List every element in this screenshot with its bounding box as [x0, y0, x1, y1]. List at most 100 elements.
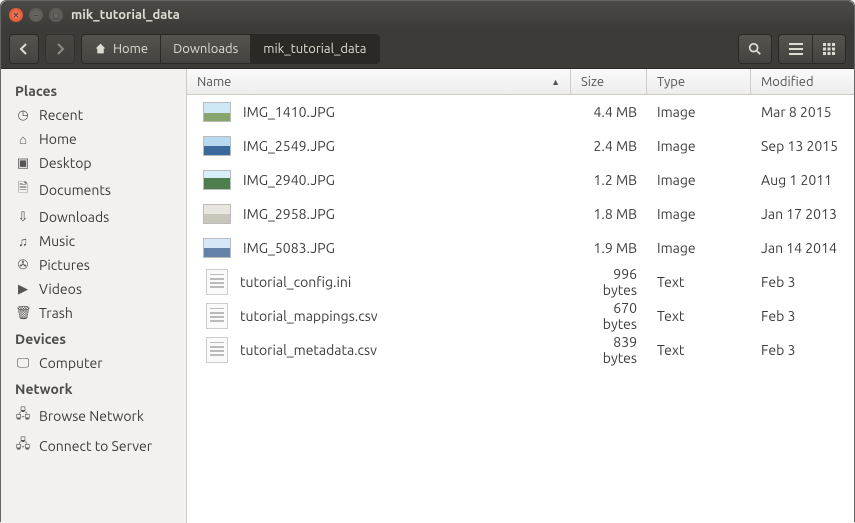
file-modified: Aug 1 2011 [751, 172, 854, 188]
sidebar-item-label: Videos [39, 281, 82, 297]
grid-icon [823, 43, 835, 55]
home-icon: ⌂ [15, 132, 31, 147]
image-thumbnail-icon [203, 204, 231, 224]
file-modified: Jan 14 2014 [751, 240, 854, 256]
sidebar-item-computer[interactable]: 🖵Computer [5, 351, 182, 375]
sidebar-item-label: Music [39, 233, 75, 249]
breadcrumb-item-downloads[interactable]: Downloads [161, 35, 251, 63]
column-label: Name [197, 75, 231, 89]
column-header-name[interactable]: Name ▲ [187, 69, 571, 94]
breadcrumb-home[interactable]: Home [82, 35, 161, 63]
home-icon [94, 42, 107, 55]
sidebar-heading-network: Network [5, 375, 182, 401]
search-button[interactable] [738, 34, 772, 64]
breadcrumb-label: mik_tutorial_data [263, 42, 366, 56]
column-header-row: Name ▲ Size Type Modified [187, 69, 854, 95]
file-row[interactable]: tutorial_config.ini996 bytesTextFeb 3 [187, 265, 854, 299]
sidebar-item-music[interactable]: ♫Music [5, 229, 182, 253]
sidebar-item-documents[interactable]: 🗎Documents [5, 175, 182, 205]
file-type: Image [647, 206, 751, 222]
recent-icon: ◷ [15, 108, 31, 123]
trash-icon: 🗑 [15, 306, 31, 321]
sidebar-item-label: Recent [39, 107, 83, 123]
sidebar-item-label: Desktop [39, 155, 92, 171]
file-row[interactable]: IMG_2940.JPG 1.2 MBImageAug 1 2011 [187, 163, 854, 197]
file-type: Image [647, 172, 751, 188]
file-name: IMG_2549.JPG [243, 138, 335, 154]
sidebar-item-desktop[interactable]: ▣ Desktop [5, 151, 182, 175]
sidebar-item-label: Connect to Server [39, 438, 152, 454]
sidebar-item-connect-to-server[interactable]: 🖧 Connect to Server [5, 431, 182, 461]
grid-view-button[interactable] [812, 34, 846, 64]
text-file-icon [206, 303, 228, 329]
file-row[interactable]: IMG_2958.JPG1.8 MBImageJan 17 2013 [187, 197, 854, 231]
file-size: 839 bytes [571, 334, 647, 366]
sidebar-item-label: Pictures [39, 257, 90, 273]
downloads-icon: ⇩ [15, 210, 31, 225]
file-list: Name ▲ Size Type Modified IMG_1410.JPG 4.… [187, 69, 854, 523]
file-row[interactable]: IMG_1410.JPG4.4 MBImageMar 8 2015 [187, 95, 854, 129]
file-size: 670 bytes [571, 300, 647, 332]
file-name: IMG_2940.JPG [243, 172, 335, 188]
sidebar-item-label: Trash [39, 305, 73, 321]
file-type: Image [647, 138, 751, 154]
column-header-type[interactable]: Type [647, 69, 751, 94]
file-row[interactable]: tutorial_metadata.csv839 bytesTextFeb 3 [187, 333, 854, 367]
column-label: Size [581, 75, 604, 89]
file-size: 1.2 MB [571, 172, 647, 188]
file-name: IMG_1410.JPG [243, 104, 335, 120]
forward-button[interactable] [45, 34, 75, 64]
sidebar-item-recent[interactable]: ◷ Recent [5, 103, 182, 127]
list-view-button[interactable] [778, 34, 812, 64]
file-modified: Feb 3 [751, 342, 854, 358]
column-header-size[interactable]: Size [571, 69, 647, 94]
breadcrumb: Home Downloads mik_tutorial_data [81, 34, 380, 64]
sidebar-item-label: Documents [39, 182, 111, 198]
file-row[interactable]: IMG_5083.JPG1.9 MBImageJan 14 2014 [187, 231, 854, 265]
sidebar-item-browse-network[interactable]: 🖧Browse Network [5, 401, 182, 431]
connect-to-server-icon: 🖧 [15, 435, 31, 457]
sidebar-item-label: Browse Network [39, 408, 144, 424]
breadcrumb-home-label: Home [113, 42, 148, 56]
chevron-right-icon [55, 43, 65, 55]
image-thumbnail-icon [203, 102, 231, 122]
back-button[interactable] [9, 34, 39, 64]
file-row[interactable]: tutorial_mappings.csv670 bytesTextFeb 3 [187, 299, 854, 333]
view-mode-group [778, 34, 846, 64]
chevron-left-icon [19, 43, 29, 55]
sidebar-item-trash[interactable]: 🗑 Trash [5, 301, 182, 325]
window-controls: ✕ – ▢ [9, 8, 63, 22]
text-file-icon [206, 269, 228, 295]
file-row[interactable]: IMG_2549.JPG 2.4 MBImageSep 13 2015 [187, 129, 854, 163]
breadcrumb-label: Downloads [173, 42, 238, 56]
minimize-button[interactable]: – [29, 8, 43, 22]
maximize-button[interactable]: ▢ [49, 8, 63, 22]
toolbar: Home Downloads mik_tutorial_data [1, 29, 854, 69]
file-size: 2.4 MB [571, 138, 647, 154]
sidebar-item-home[interactable]: ⌂Home [5, 127, 182, 151]
file-size: 4.4 MB [571, 104, 647, 120]
pictures-icon: ✇ [15, 258, 31, 273]
hamburger-icon [789, 43, 803, 55]
sidebar-item-pictures[interactable]: ✇ Pictures [5, 253, 182, 277]
image-thumbnail-icon [203, 238, 231, 258]
column-label: Modified [761, 75, 814, 89]
sidebar-item-downloads[interactable]: ⇩ Downloads [5, 205, 182, 229]
column-header-modified[interactable]: Modified [751, 69, 854, 94]
sidebar-heading-places: Places [5, 77, 182, 103]
sidebar-item-videos[interactable]: ▶Videos [5, 277, 182, 301]
file-type: Image [647, 240, 751, 256]
file-name: tutorial_config.ini [240, 274, 351, 290]
sidebar-item-label: Downloads [39, 209, 109, 225]
file-name: tutorial_metadata.csv [240, 342, 377, 358]
file-modified: Feb 3 [751, 274, 854, 290]
file-size: 996 bytes [571, 266, 647, 298]
close-button[interactable]: ✕ [9, 8, 23, 22]
desktop-icon: ▣ [15, 156, 31, 171]
breadcrumb-item-current[interactable]: mik_tutorial_data [251, 35, 379, 63]
file-name: IMG_5083.JPG [243, 240, 335, 256]
file-modified: Sep 13 2015 [751, 138, 854, 154]
file-size: 1.8 MB [571, 206, 647, 222]
sidebar: Places ◷ Recent ⌂Home ▣ Desktop 🗎Documents ⇩ Do… [1, 69, 187, 523]
window-title: mik_tutorial_data [71, 8, 180, 22]
